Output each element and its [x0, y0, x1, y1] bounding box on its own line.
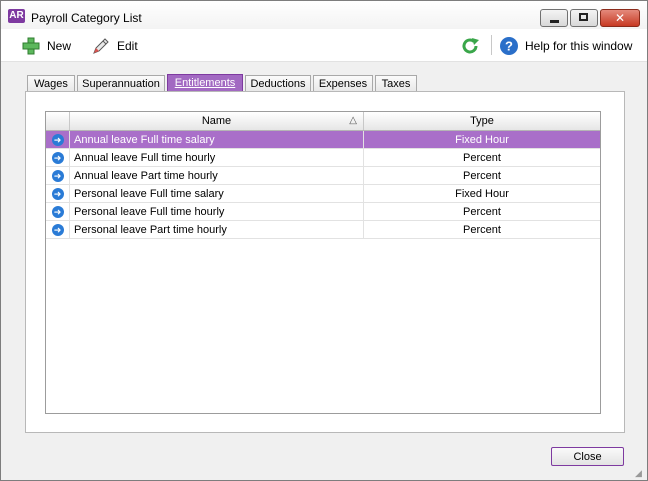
tab-wages[interactable]: Wages: [27, 75, 75, 91]
tab-entitlements[interactable]: Entitlements: [167, 74, 243, 92]
close-icon: ✕: [614, 11, 626, 25]
arrow-right-icon[interactable]: ➜: [51, 224, 64, 236]
arrow-right-icon[interactable]: ➜: [51, 206, 64, 218]
row-type: Fixed Hour: [455, 188, 509, 200]
row-name: Personal leave Full time salary: [70, 185, 364, 203]
row-type: Percent: [463, 206, 501, 218]
new-button[interactable]: New: [21, 35, 71, 57]
table-row[interactable]: ➜ Annual leave Part time hourly Percent: [46, 167, 600, 185]
table-row[interactable]: ➜ Annual leave Full time hourly Percent: [46, 149, 600, 167]
resize-grip-icon[interactable]: ◢: [635, 468, 645, 478]
tab-taxes[interactable]: Taxes: [375, 75, 417, 91]
arrow-right-icon[interactable]: ➜: [51, 188, 64, 200]
column-header-name[interactable]: Name △: [70, 112, 364, 130]
row-name: Annual leave Full time salary: [70, 131, 364, 149]
tab-deductions[interactable]: Deductions: [245, 75, 311, 91]
window-title: Payroll Category List: [31, 11, 142, 25]
plus-icon: [22, 37, 40, 55]
arrow-right-icon[interactable]: ➜: [51, 134, 64, 146]
entitlements-grid: Name △ Type ➜ Annual leave Full time sal…: [45, 111, 601, 414]
payroll-category-window: AR Payroll Category List ✕ New Edit ? He…: [0, 0, 648, 481]
table-row[interactable]: ➜ Annual leave Full time salary Fixed Ho…: [46, 131, 600, 149]
column-header-type[interactable]: Type: [364, 112, 600, 130]
row-type: Percent: [463, 152, 501, 164]
arrow-right-icon[interactable]: ➜: [51, 170, 64, 182]
table-row[interactable]: ➜ Personal leave Part time hourly Percen…: [46, 221, 600, 239]
minimize-button[interactable]: [540, 9, 568, 27]
row-type: Fixed Hour: [455, 134, 509, 146]
row-name: Personal leave Part time hourly: [70, 221, 364, 239]
row-type: Percent: [463, 224, 501, 236]
help-button-label: Help for this window: [525, 39, 633, 53]
table-row[interactable]: ➜ Personal leave Full time salary Fixed …: [46, 185, 600, 203]
help-icon: ?: [500, 37, 518, 55]
app-logo-icon: AR: [8, 9, 25, 23]
new-button-label: New: [47, 39, 72, 53]
arrow-right-icon[interactable]: ➜: [51, 152, 64, 164]
header-icon-column: [46, 112, 70, 130]
sort-ascending-icon: △: [349, 115, 357, 126]
svg-text:?: ?: [505, 39, 513, 54]
close-button[interactable]: Close: [551, 447, 624, 466]
help-button[interactable]: ? Help for this window: [499, 35, 632, 57]
toolbar: New Edit ? Help for this window: [1, 29, 647, 62]
table-row[interactable]: ➜ Personal leave Full time hourly Percen…: [46, 203, 600, 221]
title-bar: AR Payroll Category List ✕: [1, 1, 647, 29]
toolbar-separator: [491, 35, 492, 55]
minimize-icon: [550, 20, 559, 23]
tab-superannuation[interactable]: Superannuation: [77, 75, 165, 91]
row-name: Personal leave Full time hourly: [70, 203, 364, 221]
maximize-button[interactable]: [570, 9, 598, 27]
refresh-icon: [462, 38, 479, 54]
refresh-button[interactable]: [459, 35, 481, 57]
edit-button-label: Edit: [117, 39, 138, 53]
close-window-button[interactable]: ✕: [600, 9, 640, 27]
tab-expenses[interactable]: Expenses: [313, 75, 373, 91]
pencil-icon: [93, 38, 109, 54]
edit-button[interactable]: Edit: [91, 35, 138, 57]
row-type: Percent: [463, 170, 501, 182]
maximize-icon: [579, 13, 588, 21]
row-name: Annual leave Full time hourly: [70, 149, 364, 167]
row-name: Annual leave Part time hourly: [70, 167, 364, 185]
grid-header: Name △ Type: [46, 112, 600, 131]
